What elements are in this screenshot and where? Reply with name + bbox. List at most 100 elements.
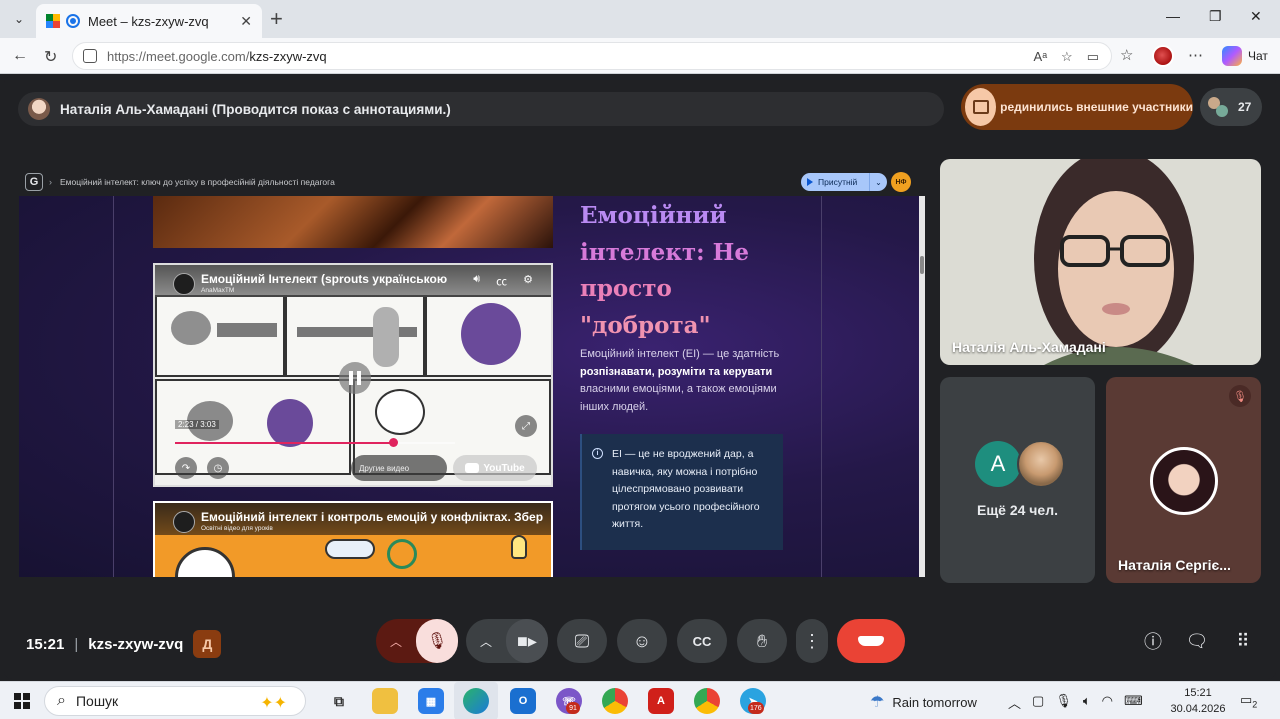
- fullscreen-icon[interactable]: ⤢: [515, 415, 537, 437]
- participant-count: 27: [1238, 100, 1252, 114]
- chat-label: Чат: [1248, 49, 1268, 63]
- video-options-chevron-icon[interactable]: ︿: [466, 633, 506, 650]
- new-tab-icon[interactable]: +: [270, 6, 283, 32]
- share-icon[interactable]: ↷: [175, 457, 197, 479]
- browser-address-bar: ← ↻ https://meet.google.com/kzs-zxyw-zvq…: [0, 38, 1280, 74]
- wifi-icon[interactable]: ◠: [1102, 693, 1113, 712]
- channel-logo-icon[interactable]: [173, 273, 195, 295]
- video-header: Емоційний Інтелект (sprouts українською …: [155, 265, 551, 297]
- participant-tile-main[interactable]: Наталія Аль-Хамадані: [940, 159, 1261, 365]
- tab-title: Meet – kzs-zxyw-zvq: [88, 13, 209, 29]
- windows-taskbar: ⌕ Пошук ✦✦ ⧉ ▦ O ☏ 91 A ➤ 176 ☂ Rain tom…: [0, 681, 1280, 719]
- viber-badge: 91: [566, 702, 580, 714]
- watch-later-icon[interactable]: ◷: [207, 457, 229, 479]
- edge-browser-icon[interactable]: [463, 688, 489, 714]
- chat-icon[interactable]: 🗨︎: [1186, 630, 1209, 652]
- site-info-icon[interactable]: [83, 49, 97, 63]
- video-time: 2:23 / 3:03: [175, 420, 219, 429]
- taskbar-clock[interactable]: 15:21 30.04.2026: [1168, 685, 1228, 717]
- store-icon[interactable]: ▦: [418, 688, 444, 714]
- present-button[interactable]: Присутній ⌄: [801, 173, 887, 191]
- task-view-icon[interactable]: ⧉: [326, 688, 352, 714]
- tab-close-icon[interactable]: ✕: [240, 13, 252, 30]
- windows-start-icon[interactable]: [14, 693, 30, 709]
- leave-call-button[interactable]: [837, 619, 905, 663]
- minimize-icon[interactable]: —: [1166, 8, 1180, 24]
- more-options-button[interactable]: ⋮: [796, 619, 828, 663]
- pause-button[interactable]: [339, 362, 371, 394]
- chrome-icon[interactable]: [602, 688, 628, 714]
- present-screen-button[interactable]: ⎚: [557, 619, 607, 663]
- camera-button[interactable]: ■▸: [506, 619, 548, 663]
- other-videos-button[interactable]: Другие видео: [351, 455, 447, 481]
- participant-tile-more[interactable]: А Ещё 24 чел.: [940, 377, 1095, 583]
- audio-options-chevron-icon[interactable]: ︿: [376, 633, 416, 650]
- notifications-icon[interactable]: ▭2: [1240, 692, 1257, 710]
- info-icon: i: [592, 448, 603, 459]
- file-explorer-icon[interactable]: [372, 688, 398, 714]
- system-tray: ︿ ▢ 🎙︎ 🔈︎ ◠ ⌨: [1008, 693, 1143, 712]
- chrome-profile-icon[interactable]: [694, 688, 720, 714]
- profile-avatar[interactable]: [1152, 45, 1174, 67]
- copilot-chat-button[interactable]: Чат: [1222, 46, 1268, 66]
- favorite-star-icon[interactable]: ☆: [1061, 49, 1073, 65]
- window-close-icon[interactable]: ✕: [1250, 8, 1262, 25]
- mic-off-icon: 🎙︎: [1229, 385, 1251, 407]
- embedded-video-1[interactable]: Емоційний Інтелект (sprouts українською …: [153, 263, 553, 487]
- camera-icon[interactable]: ▭: [1087, 49, 1099, 65]
- sparkle-icon: ✦✦: [260, 695, 287, 712]
- external-participants-notice[interactable]: рединились внешние участники: [961, 84, 1193, 130]
- tab-list-chevron-icon[interactable]: ⌄: [8, 8, 30, 30]
- raise-hand-button[interactable]: ✋︎: [737, 619, 787, 663]
- browser-tab-bar: ⌄ Meet – kzs-zxyw-zvq ✕ + — ❐ ✕: [0, 0, 1280, 38]
- mic-off-button[interactable]: 🎙︎: [416, 619, 458, 663]
- captions-icon[interactable]: ㏄: [496, 273, 507, 289]
- tray-chevron-icon[interactable]: ︿: [1008, 693, 1021, 712]
- participant-avatar: [1017, 440, 1065, 488]
- more-menu-icon[interactable]: ⋯: [1188, 46, 1203, 64]
- settings-gear-icon[interactable]: ⚙: [523, 273, 533, 289]
- mic-tray-icon[interactable]: 🎙︎: [1055, 693, 1072, 712]
- meet-tray-icon[interactable]: ▢: [1032, 693, 1044, 712]
- participant-tile-third[interactable]: 🎙︎ Наталія Сергіє...: [1106, 377, 1261, 583]
- acrobat-icon[interactable]: A: [648, 688, 674, 714]
- breadcrumb: Емоційний інтелект: ключ до успіху в про…: [60, 177, 335, 187]
- speaker-icon[interactable]: 🔈︎: [1083, 693, 1091, 712]
- browser-tab-meet[interactable]: Meet – kzs-zxyw-zvq ✕: [36, 4, 262, 38]
- video-title[interactable]: Емоційний інтелект і контроль емоцій у к…: [201, 510, 543, 524]
- embedded-video-2[interactable]: Емоційний інтелект і контроль емоцій у к…: [153, 501, 553, 577]
- reload-icon[interactable]: ↻: [44, 47, 57, 67]
- url-field[interactable]: https://meet.google.com/kzs-zxyw-zvq Aᵃ …: [72, 42, 1112, 70]
- reactions-button[interactable]: ☺: [617, 619, 667, 663]
- volume-icon[interactable]: 🔊︎: [473, 273, 480, 289]
- external-notice-text: рединились внешние участники: [1000, 100, 1193, 114]
- channel-name: AnaMaxTM: [201, 287, 235, 294]
- user-avatar[interactable]: НФ: [891, 172, 911, 192]
- youtube-button[interactable]: YouTube: [453, 455, 537, 481]
- slide-scrollbar[interactable]: [919, 196, 925, 577]
- video-title[interactable]: Емоційний Інтелект (sprouts українською: [201, 272, 447, 286]
- keyboard-icon[interactable]: ⌨: [1124, 693, 1143, 712]
- present-label: Присутній: [818, 177, 858, 187]
- info-callout: i ЕІ — це не вроджений дар, а навичка, я…: [580, 434, 783, 550]
- meeting-details-info-icon[interactable]: ⓘ: [1142, 630, 1164, 652]
- chevron-down-icon[interactable]: ⌄: [869, 173, 887, 191]
- participant-avatar: [1150, 447, 1218, 515]
- presenter-banner: Наталія Аль-Хамадані (Проводится показ с…: [18, 92, 944, 126]
- back-icon[interactable]: ←: [12, 47, 28, 65]
- external-domain-badge-icon[interactable]: Д: [193, 630, 222, 658]
- weather-widget[interactable]: ☂ Rain tomorrow: [870, 692, 977, 712]
- recording-indicator-icon: [66, 14, 80, 28]
- people-button[interactable]: 27: [1200, 88, 1262, 126]
- channel-logo-icon[interactable]: [173, 511, 195, 533]
- slide-heading: Емоційний інтелект: Не просто "доброта": [580, 198, 800, 344]
- divider: [821, 196, 822, 577]
- favorites-icon[interactable]: ☆: [1120, 46, 1133, 64]
- read-aloud-icon[interactable]: Aᵃ: [1034, 49, 1048, 65]
- activities-grid-icon[interactable]: ⠿: [1232, 630, 1254, 652]
- heading-line: "доброта": [580, 311, 711, 339]
- outlook-icon[interactable]: O: [510, 688, 536, 714]
- captions-button[interactable]: CC: [677, 619, 727, 663]
- maximize-icon[interactable]: ❐: [1209, 8, 1222, 25]
- taskbar-search[interactable]: ⌕ Пошук ✦✦: [44, 686, 306, 716]
